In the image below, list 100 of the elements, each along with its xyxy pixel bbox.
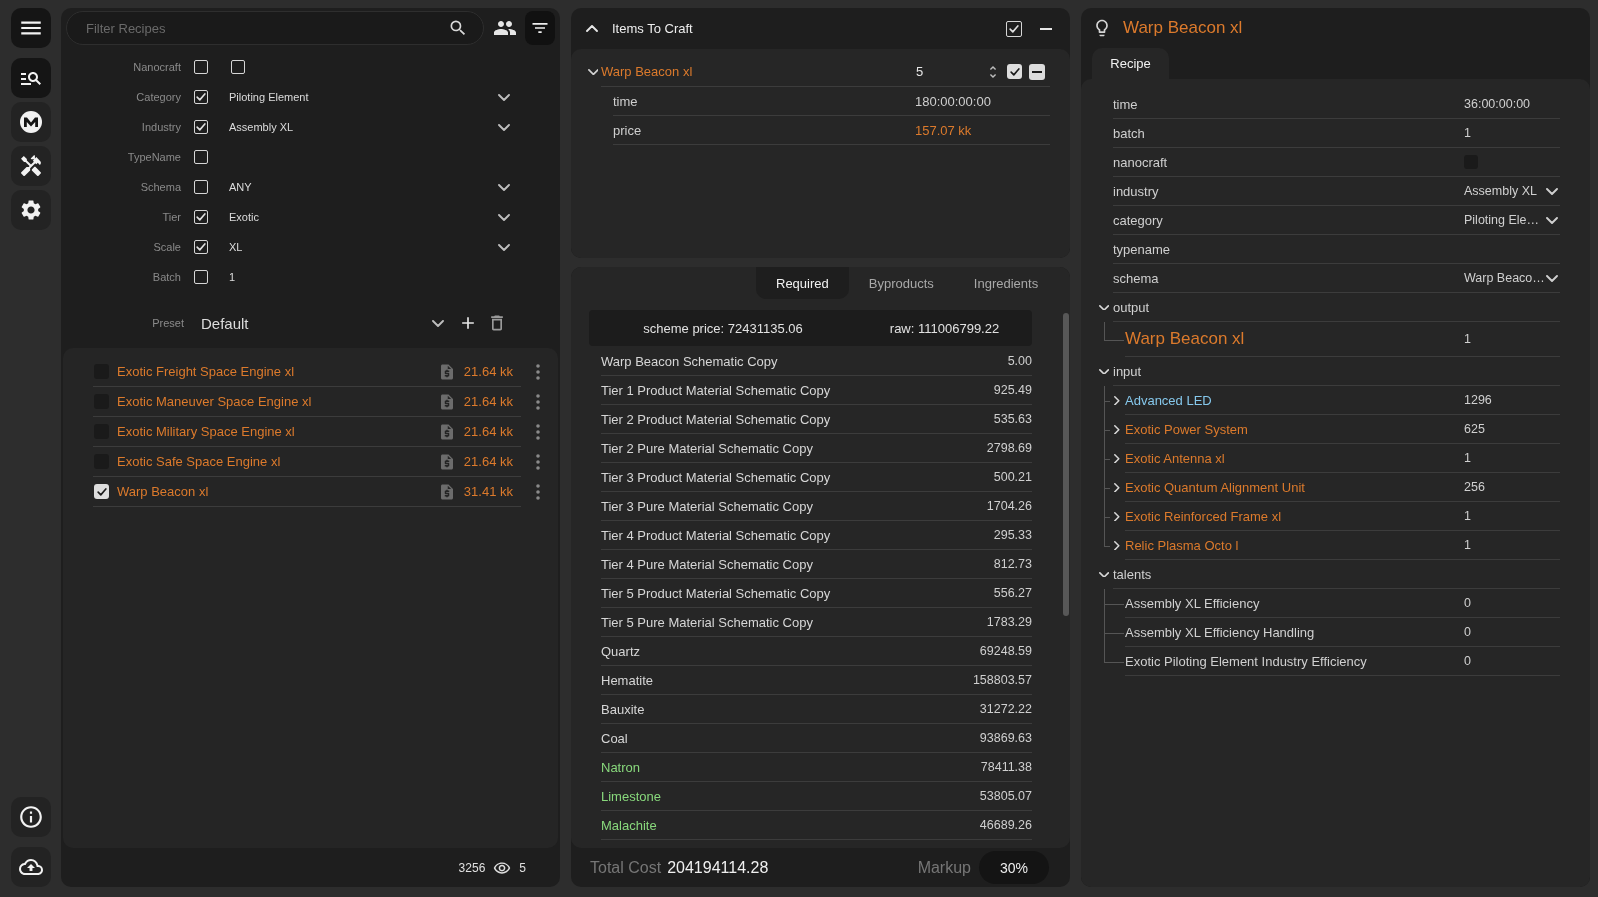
recipe-title: Warp Beacon xl	[1123, 18, 1243, 38]
material-name: Malachite	[601, 817, 657, 833]
material-name: Tier 2 Pure Material Schematic Copy	[601, 440, 813, 456]
material-name: Coal	[601, 730, 628, 746]
component-name[interactable]: Exotic Power System	[1125, 421, 1464, 437]
nav-button[interactable]	[10, 146, 51, 186]
remove-item-button[interactable]	[1029, 63, 1045, 80]
tab[interactable]: Ingredients	[953, 267, 1059, 299]
recipe-name[interactable]: Exotic Freight Space Engine xl	[117, 364, 438, 379]
checkbox[interactable]	[194, 180, 208, 194]
section-label: input	[1113, 363, 1142, 379]
menu-button[interactable]	[10, 8, 51, 48]
raw-price: raw: 111006799.22	[888, 320, 1001, 336]
tab[interactable]: Byproducts	[848, 267, 954, 299]
filter-select[interactable]: ANY	[229, 175, 510, 199]
chevron-right-icon	[1114, 453, 1120, 464]
talent-name: Assembly XL Efficiency	[1125, 595, 1261, 611]
property-label: nanocraft	[1113, 154, 1169, 170]
checkbox[interactable]	[194, 120, 208, 134]
checkbox[interactable]	[194, 270, 208, 284]
material-amount: 556.27	[993, 586, 1032, 600]
select-all-checkbox[interactable]	[1006, 20, 1022, 37]
component-name[interactable]: Exotic Reinforced Frame xl	[1125, 508, 1464, 524]
checkbox[interactable]	[194, 150, 208, 164]
field-value: 157.07 kk	[915, 122, 972, 138]
nav-button[interactable]	[10, 58, 51, 98]
filter-select[interactable]: Piloting Element	[229, 85, 510, 109]
search-field[interactable]: Filter Recipes	[66, 11, 484, 45]
material-name: Tier 1 Product Material Schematic Copy	[601, 382, 831, 398]
quantity-input[interactable]: 5	[916, 63, 1001, 80]
component-name[interactable]: Relic Plasma Octo l	[1125, 537, 1464, 553]
material-amount: 812.73	[993, 557, 1032, 571]
material-name: Tier 3 Product Material Schematic Copy	[601, 469, 831, 485]
property-select[interactable]: Warp Beaco…	[1464, 271, 1560, 285]
filter-label: Scale	[152, 241, 181, 253]
checkbox[interactable]	[94, 484, 109, 499]
material-name: Hematite	[601, 672, 654, 688]
item-name[interactable]: Warp Beacon xl	[601, 64, 916, 79]
filter-select[interactable]: Assembly XL	[229, 115, 510, 139]
preset-select[interactable]: Default	[201, 308, 444, 338]
filter-select[interactable]: Exotic	[229, 205, 510, 229]
component-name[interactable]: Exotic Antenna xl	[1125, 450, 1464, 466]
material-amount: 1783.29	[986, 615, 1032, 629]
material-amount: 46689.26	[979, 818, 1032, 832]
scrollbar-thumb[interactable]	[1063, 313, 1069, 616]
recipe-name[interactable]: Warp Beacon xl	[117, 484, 438, 499]
property-label: time	[1113, 96, 1139, 112]
upload-button[interactable]	[10, 847, 51, 887]
markup-input[interactable]: 30%	[979, 851, 1049, 884]
filter-label: Nanocraft	[132, 61, 181, 73]
info-button[interactable]	[10, 797, 51, 837]
tab[interactable]: Recipe	[1092, 48, 1169, 79]
property-label: category	[1113, 212, 1164, 228]
more-icon	[536, 424, 540, 440]
check-icon	[1009, 67, 1020, 76]
preset-label: Preset	[151, 317, 184, 329]
chevron-down-icon	[498, 243, 510, 251]
checkbox[interactable]	[194, 210, 208, 224]
filter-select[interactable]: XL	[229, 235, 510, 259]
chevron-down-icon	[1546, 274, 1558, 282]
filter-button[interactable]	[525, 11, 555, 45]
component-name[interactable]: Exotic Quantum Alignment Unit	[1125, 479, 1464, 495]
filter-input[interactable]: 1	[229, 265, 510, 289]
field-label: price	[613, 122, 643, 138]
nav-button[interactable]	[10, 190, 51, 230]
recipe-name[interactable]: Exotic Maneuver Space Engine xl	[117, 394, 438, 409]
more-icon	[536, 484, 540, 500]
scheme-price: scheme price: 72431135.06	[642, 320, 804, 336]
material-name: Tier 2 Product Material Schematic Copy	[601, 411, 831, 427]
total-cost-value: 204194114.28	[667, 858, 770, 877]
checkbox[interactable]	[194, 90, 208, 104]
material-name: Tier 5 Product Material Schematic Copy	[601, 585, 831, 601]
tab[interactable]: Required	[756, 267, 849, 299]
talent-name: Exotic Piloting Element Industry Efficiency	[1125, 653, 1368, 669]
material-name: Natron	[601, 759, 641, 775]
filter-label: Tier	[161, 211, 181, 223]
amount: 1	[1464, 509, 1471, 523]
component-name[interactable]: Warp Beacon xl	[1125, 329, 1464, 349]
tools-icon	[18, 154, 43, 178]
property-select[interactable]: Piloting Ele…	[1464, 213, 1560, 227]
checkbox[interactable]	[194, 60, 208, 74]
chevron-up-icon	[586, 25, 598, 32]
amount: 1	[1464, 332, 1471, 346]
checkbox[interactable]	[194, 240, 208, 254]
nav-button[interactable]	[10, 102, 51, 142]
material-amount: 158803.57	[972, 673, 1032, 687]
checkbox[interactable]	[1007, 64, 1022, 79]
material-amount: 53805.07	[979, 789, 1032, 803]
amount: 1	[1464, 451, 1471, 465]
component-name[interactable]: Advanced LED	[1125, 392, 1464, 408]
more-icon	[536, 454, 540, 470]
property-label: schema	[1113, 270, 1160, 286]
chevron-down-icon	[498, 183, 510, 191]
property-select[interactable]: Assembly XL	[1464, 184, 1560, 198]
recipe-price: 21.64 kk	[463, 394, 513, 409]
chevron-down-icon	[1546, 187, 1558, 195]
recipe-name[interactable]: Exotic Military Space Engine xl	[117, 424, 438, 439]
recipe-name[interactable]: Exotic Safe Space Engine xl	[117, 454, 438, 469]
checkbox[interactable]	[231, 60, 245, 74]
amount: 256	[1464, 480, 1485, 494]
